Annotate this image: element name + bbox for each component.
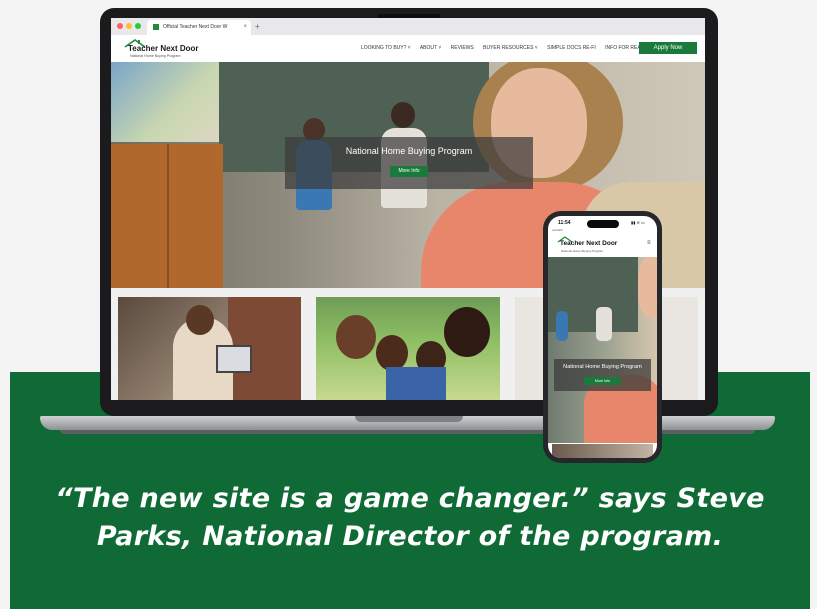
family-member (336, 315, 376, 359)
minimize-window-icon[interactable] (126, 23, 132, 29)
hero-title: National Home Buying Program (345, 146, 473, 156)
nav-item-reviews[interactable]: REVIEWS (451, 45, 474, 51)
nav-item-looking-to-buy[interactable]: LOOKING TO BUY? ˅ (361, 45, 411, 51)
nav-item-simple-docs-refi[interactable]: SIMPLE DOCS RE-FI (547, 45, 596, 51)
wall-map-image (111, 62, 219, 142)
browser-tab-bar: Official Teacher Next Door W × + (111, 18, 705, 36)
phone-hero-image: National Home Buying Program More Info (548, 257, 657, 443)
tablet-icon (216, 345, 252, 373)
phone-logo-tagline: National Home Buying Program (561, 249, 604, 253)
hero-overlay: National Home Buying Program More Info (285, 137, 533, 189)
phone-hero-overlay: National Home Buying Program More Info (554, 359, 651, 391)
cabinet-divider (167, 144, 169, 288)
phone-site-logo[interactable]: Teacher Next Door (560, 240, 617, 247)
testimonial-caption: “The new site is a game changer.” says S… (55, 483, 765, 552)
family-clothing (386, 367, 446, 400)
maximize-window-icon[interactable] (135, 23, 141, 29)
card-image-woman-tablet[interactable] (118, 297, 301, 400)
nav-item-about[interactable]: ABOUT ˅ (420, 45, 441, 51)
new-tab-button[interactable]: + (255, 20, 260, 33)
phone-more-info-button[interactable]: More Info (584, 377, 621, 385)
student-image (556, 311, 568, 341)
laptop-trackpad-lip (355, 416, 463, 422)
teacher-image (638, 257, 657, 317)
family-member (376, 335, 408, 371)
phone-clock: 11:54 (558, 220, 571, 226)
browser-tab[interactable]: Official Teacher Next Door W × (147, 20, 251, 35)
card-image-family[interactable] (316, 297, 500, 400)
tab-title: Official Teacher Next Door W (163, 24, 228, 30)
apply-now-button[interactable]: Apply Now (639, 42, 697, 54)
more-info-button[interactable]: More Info (390, 166, 428, 177)
dynamic-island (587, 220, 619, 228)
tab-close-icon[interactable]: × (243, 20, 247, 35)
phone-card-image[interactable] (552, 444, 653, 458)
woman-head (186, 305, 214, 335)
close-window-icon[interactable] (117, 23, 123, 29)
phone-back-app[interactable]: ◂ Airbnb (552, 228, 563, 232)
main-nav: LOOKING TO BUY? ˅ ABOUT ˅ REVIEWS BUYER … (361, 45, 673, 51)
student-image (391, 102, 415, 128)
site-header: Teacher Next Door National Home Buying P… (111, 35, 705, 62)
site-logo[interactable]: Teacher Next Door (128, 44, 199, 53)
site-logo-tagline: National Home Buying Program (130, 54, 181, 58)
phone-status-icons: ▮▮ ≋ ▭ (631, 220, 645, 225)
family-member (444, 307, 490, 357)
nav-item-buyer-resources[interactable]: BUYER RESOURCES ˅ (483, 45, 538, 51)
phone-hero-title: National Home Buying Program (563, 364, 642, 370)
phone-screen: 11:54 ◂ Airbnb ▮▮ ≋ ▭ Teacher Next Door … (548, 216, 657, 458)
hamburger-menu-icon[interactable]: ≡ (647, 240, 651, 246)
favicon-icon (153, 23, 159, 30)
student-image (596, 307, 612, 341)
